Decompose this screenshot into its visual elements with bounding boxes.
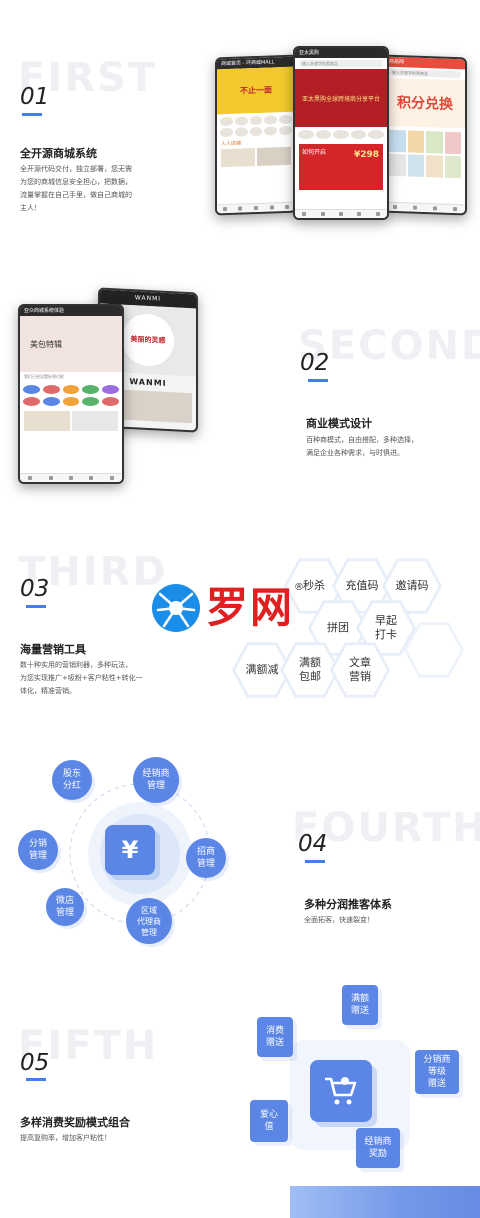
phone-search: 输入关键字检索商品 — [299, 60, 383, 67]
phone-mockup-points: 商品网 输入关键字检索商品 积分兑换 — [383, 54, 467, 216]
desc-line: 流量掌握在自己手里，做自己商城的 — [20, 191, 132, 199]
desc-line: 全面拓客，快速裂变！ — [304, 916, 374, 924]
phone-icon-grid — [217, 112, 295, 141]
desc-line: 全开源代码交付，独立部署，您无需 — [20, 165, 132, 173]
phone-tabbar — [295, 209, 387, 218]
spider-logo-icon — [152, 584, 200, 632]
desc-line: 为您的商城信息安全担心，把数据， — [20, 178, 132, 186]
card-dealer-reward: 经销商 奖励 — [356, 1128, 400, 1168]
phone-banner: 积分兑换 — [385, 77, 465, 129]
section-title-3: 海量营销工具 — [20, 643, 86, 656]
section-desc-5: 提高复购率，增加客户粘性！ — [20, 1132, 180, 1145]
phone-products — [20, 409, 122, 433]
desc-line: 主人！ — [20, 204, 41, 212]
banner-text: 美丽的灵感 — [122, 312, 174, 368]
bubble-microstore-management: 微店 管理 — [46, 888, 84, 926]
watermark-text: 罗网 — [206, 583, 295, 632]
cart-glyph — [325, 1077, 357, 1105]
watermark-registered: ® — [294, 582, 305, 593]
desc-line: 提高复购率，增加客户粘性！ — [20, 1134, 111, 1142]
phone-search: 输入关键字检索商品 — [389, 68, 461, 79]
section-number-3: 03 — [20, 576, 50, 602]
desc-line: 体化，精准营销。 — [20, 687, 76, 695]
bubble-distribution-management: 分销 管理 — [18, 830, 58, 870]
phone-title-bar: 商品网 — [385, 56, 465, 70]
bubble-dealer-management: 经销商 管理 — [133, 757, 179, 803]
section-underline-3 — [26, 605, 46, 608]
hex-label: 满额 包邮 — [283, 645, 337, 695]
phone-title-bar: 亚太黑购 — [295, 48, 387, 58]
card-distributor-level-gift: 分销商 等级 赠送 — [415, 1050, 459, 1094]
phone-banner: 美包特辑 — [20, 316, 122, 372]
desc-line: 满足企业各种需求，与时俱进。 — [306, 449, 404, 457]
phone-mockup-mall-home: 商城首页 - 环商城MALL 不止一面 人人店铺 — [215, 54, 297, 216]
phone-products — [385, 126, 465, 183]
phone-banner: 亚太黑购全球跨境商分享平台 — [295, 69, 387, 127]
card-love-points: 爱心 值 — [250, 1100, 288, 1142]
bubble-regional-agent-management: 区域 代理商 管理 — [126, 898, 172, 944]
section-title-2: 商业模式设计 — [306, 417, 372, 430]
phone-tabbar — [217, 201, 295, 214]
desc-line: 为您实现推广+吸粉+客户粘性+转化一 — [20, 674, 143, 682]
section-underline-2 — [308, 379, 328, 382]
section-title-5: 多样消费奖励模式组合 — [20, 1116, 130, 1129]
promo-price: ¥298 — [353, 150, 379, 160]
bubble-shareholder-dividend: 股东 分红 — [52, 760, 92, 800]
phone-title-bar: 亚众商城系统体验 — [20, 306, 122, 316]
phone-promo: 如何开启 ¥298 — [299, 144, 383, 190]
section-number-1: 01 — [20, 84, 50, 110]
phone-products — [217, 145, 295, 170]
section-desc-2: 百种商模式，自由搭配，多种选择， 满足企业各种需求，与时俱进。 — [306, 434, 466, 460]
phone-mockup-crossborder: 亚太黑购 输入关键字检索商品 亚太黑购全球跨境商分享平台 如何开启 ¥298 — [293, 46, 389, 220]
section-number-5: 05 — [20, 1050, 50, 1076]
phone-notice: 我们已经设置好预付款 — [24, 374, 64, 379]
section-desc-4: 全面拓客，快速裂变！ — [304, 914, 464, 927]
bubble-investment-management: 招商 管理 — [186, 838, 226, 878]
section-title-1: 全开源商城系统 — [20, 147, 97, 160]
section-number-2: 02 — [300, 350, 330, 376]
section-number-4: 04 — [298, 831, 328, 857]
watermark-logo: 罗网 ® — [150, 582, 304, 634]
card-full-amount-gift: 满额 赠送 — [342, 985, 378, 1025]
section-underline-4 — [305, 860, 325, 863]
section-underline-1 — [22, 113, 42, 116]
phone-mockup-bags: 亚众商城系统体验 美包特辑 我们已经设置好预付款 — [18, 304, 124, 484]
desc-line: 百种商模式，自由搭配，多种选择， — [306, 436, 418, 444]
phone-icon-grid — [295, 127, 387, 142]
section-title-4: 多种分润推客体系 — [304, 898, 392, 911]
cart-icon — [310, 1060, 372, 1122]
section-desc-1: 全开源代码交付，独立部署，您无需 为您的商城信息安全担心，把数据， 流量掌握在自… — [20, 163, 180, 215]
phone-tabbar — [385, 201, 465, 214]
desc-line: 数十种实用的营销利器，多种玩法， — [20, 661, 132, 669]
section-desc-3: 数十种实用的营销利器，多种玩法， 为您实现推广+吸粉+客户粘性+转化一 体化，精… — [20, 659, 180, 698]
phone-tabbar — [20, 473, 122, 482]
card-consumption-gift: 消费 赠送 — [257, 1017, 293, 1057]
phone-banner: 不止一面 — [217, 66, 295, 115]
bottom-decor-strip — [290, 1186, 480, 1218]
phone-icon-grid — [20, 382, 122, 409]
section-underline-5 — [26, 1078, 46, 1081]
yen-icon: ¥ — [105, 825, 155, 875]
hex-label: 文章 营销 — [333, 645, 387, 695]
